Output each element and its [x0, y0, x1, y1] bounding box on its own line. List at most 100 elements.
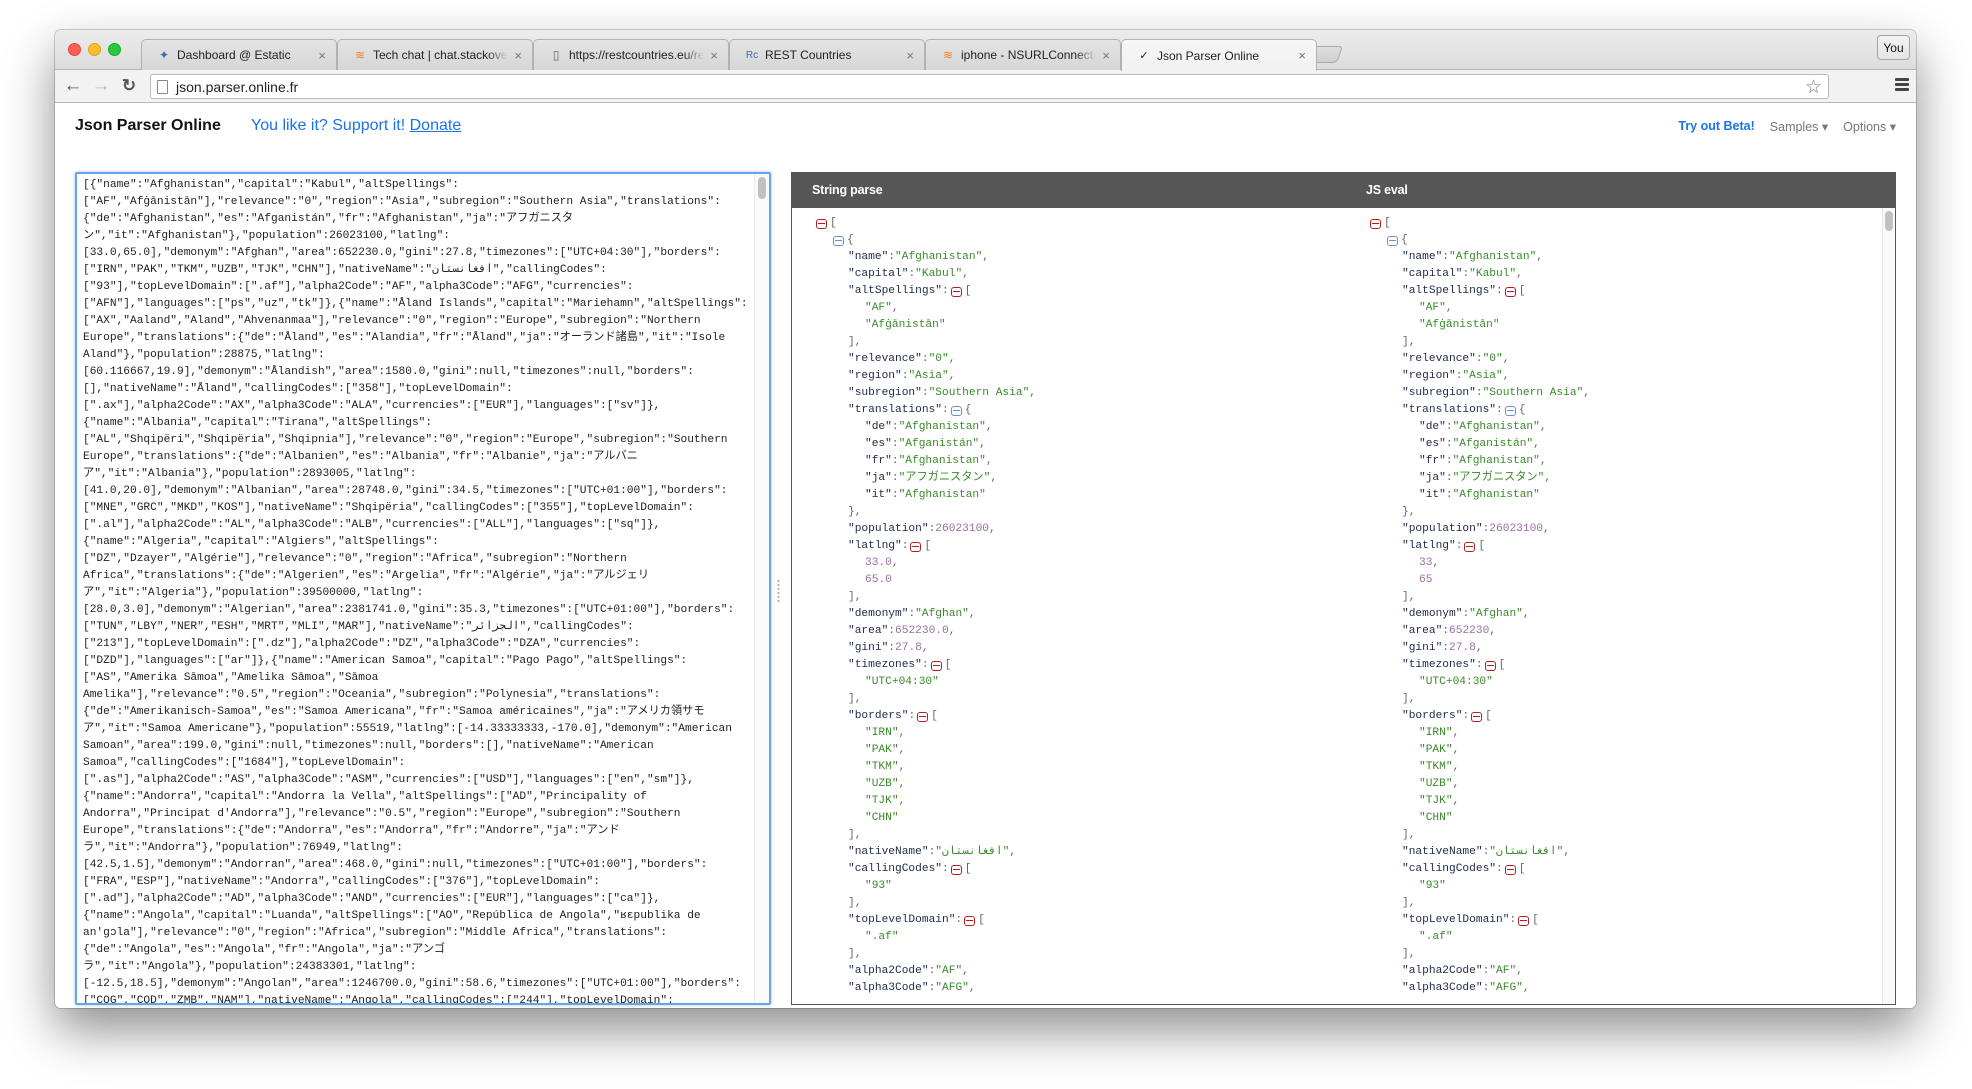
json-colon: : — [1475, 387, 1483, 399]
collapse-object-icon[interactable] — [1387, 235, 1398, 246]
collapse-object-icon[interactable] — [1504, 405, 1516, 416]
maximize-window-button[interactable] — [108, 43, 121, 56]
tab-rest-countries[interactable]: Rc REST Countries × — [729, 39, 925, 70]
options-menu[interactable]: Options ▾ — [1843, 119, 1896, 134]
tree-row: "alpha3Code": "AFG", — [814, 980, 1036, 997]
collapse-array-icon[interactable] — [910, 541, 922, 552]
tab-iphone-nsurlconnection[interactable]: ≋ iphone - NSURLConnection × — [925, 39, 1121, 70]
input-scrollbar[interactable] — [754, 174, 769, 1003]
bookmark-star-icon[interactable]: ☆ — [1805, 76, 1822, 99]
json-colon: : — [1475, 353, 1483, 365]
close-tab-icon[interactable]: × — [1102, 48, 1110, 63]
collapse-array-icon[interactable] — [950, 864, 962, 875]
json-comma: , — [1502, 353, 1510, 365]
collapse-array-icon[interactable] — [816, 218, 827, 229]
collapse-array-icon[interactable] — [950, 286, 962, 297]
json-key: "name" — [1402, 251, 1443, 263]
collapse-array-icon[interactable] — [1504, 864, 1516, 875]
input-line: [-12.5,18.5],"demonym":"Angolan","area":… — [83, 978, 741, 990]
json-key: "ja" — [865, 472, 892, 484]
json-key: "es" — [1419, 438, 1446, 450]
tree-row: ], — [1368, 827, 1590, 844]
json-colon: : — [1462, 710, 1470, 722]
collapse-object-icon[interactable] — [833, 235, 844, 246]
json-input-textarea[interactable]: [{"name":"Afghanistan","capital":"Kabul"… — [75, 172, 771, 1005]
json-comma: , — [1452, 795, 1460, 807]
json-bracket: [ — [964, 285, 972, 297]
json-key: "it" — [865, 489, 892, 501]
json-bracket: [ — [830, 217, 837, 229]
json-bracket: { — [1518, 404, 1526, 416]
json-key: "altSpellings" — [848, 285, 942, 297]
json-colon: : — [1496, 404, 1503, 416]
json-key: "area" — [1402, 625, 1443, 637]
close-window-button[interactable] — [68, 43, 81, 56]
json-key: "es" — [865, 438, 892, 450]
collapse-array-icon[interactable] — [1464, 541, 1476, 552]
json-colon: : — [942, 404, 949, 416]
tree-row: "PAK", — [814, 742, 1036, 759]
samples-menu[interactable]: Samples ▾ — [1770, 119, 1828, 134]
tree-row: ".af" — [1368, 929, 1590, 946]
collapse-array-icon[interactable] — [1518, 915, 1530, 926]
page-icon: ▯ — [552, 48, 560, 62]
json-input-text[interactable]: [{"name":"Afghanistan","capital":"Kabul"… — [83, 177, 748, 1003]
app-title: Json Parser Online — [75, 117, 221, 134]
url-text[interactable]: json.parser.online.fr — [176, 79, 298, 95]
minimize-window-button[interactable] — [88, 43, 101, 56]
hamburger-menu-icon[interactable] — [1895, 78, 1909, 93]
input-line: ["TUN","LBY","NER","ESH","MRT","MLI","MA… — [83, 621, 634, 633]
close-tab-icon[interactable]: × — [906, 48, 914, 63]
close-tab-icon[interactable]: × — [710, 48, 718, 63]
forward-arrow-icon[interactable]: → — [90, 75, 112, 97]
input-line: ["DZ","Dzayer","Algérie"],"relevance":"0… — [83, 553, 627, 565]
collapse-array-icon[interactable] — [1471, 711, 1483, 722]
json-number-value: 65 — [1419, 574, 1433, 586]
close-tab-icon[interactable]: × — [318, 48, 326, 63]
collapse-array-icon[interactable] — [1504, 286, 1516, 297]
json-string-value: "Asia" — [1462, 370, 1503, 382]
reload-icon[interactable]: ↻ — [118, 75, 140, 97]
json-string-value: "Afghanistan" — [898, 455, 986, 467]
collapse-array-icon[interactable] — [964, 915, 976, 926]
collapse-array-icon[interactable] — [930, 660, 942, 671]
tab-title: iphone - NSURLConnection — [961, 48, 1097, 62]
json-comma: , — [1539, 455, 1547, 467]
output-scrollbar-thumb[interactable] — [1885, 211, 1893, 231]
profile-button[interactable]: You — [1877, 35, 1910, 60]
collapse-array-icon[interactable] — [917, 711, 929, 722]
tree-row: "area":652230, — [1368, 623, 1590, 640]
tree-row: "population":26023100, — [1368, 521, 1590, 538]
tree-row: "capital": "Kabul", — [1368, 266, 1590, 283]
json-key: "alpha2Code" — [1402, 965, 1483, 977]
address-bar[interactable]: json.parser.online.fr ☆ — [150, 74, 1829, 99]
back-arrow-icon[interactable]: ← — [62, 75, 84, 97]
try-beta-link[interactable]: Try out Beta! — [1678, 119, 1754, 134]
tab-json-parser-online[interactable]: ✓ Json Parser Online × — [1121, 39, 1317, 71]
close-tab-icon[interactable]: × — [514, 48, 522, 63]
json-string-value: "Afghanistan" — [1452, 455, 1540, 467]
json-key: "it" — [1419, 489, 1446, 501]
tree-row: "alpha2Code": "AF", — [1368, 963, 1590, 980]
json-colon: : — [928, 965, 936, 977]
output-scrollbar[interactable] — [1882, 208, 1895, 1004]
tree-row: "area":652230.0, — [814, 623, 1036, 640]
json-comma: , — [1583, 387, 1591, 399]
collapse-array-icon[interactable] — [1370, 218, 1381, 229]
json-colon: : — [1442, 251, 1450, 263]
input-scrollbar-thumb[interactable] — [758, 177, 766, 199]
json-comma: , — [1452, 727, 1460, 739]
collapse-object-icon[interactable] — [950, 405, 962, 416]
tab-dashboard-estatic[interactable]: ✦ Dashboard @ Estatic × — [141, 39, 337, 70]
json-key: "altSpellings" — [1402, 285, 1496, 297]
donate-link[interactable]: Donate — [410, 117, 462, 134]
json-string-value: "AF" — [865, 302, 892, 314]
json-string-value: "Southern Asia" — [1482, 387, 1584, 399]
input-line: [28.0,3.0],"demonym":"Algerian","area":2… — [83, 604, 735, 616]
resize-handle[interactable] — [777, 579, 780, 603]
tab-tech-chat[interactable]: ≋ Tech chat | chat.stackoverflow.com × — [337, 39, 533, 70]
json-key: "borders" — [848, 710, 909, 722]
tab-restcountries-url[interactable]: ▯ https://restcountries.eu/rest/v1 × — [533, 39, 729, 70]
collapse-array-icon[interactable] — [1484, 660, 1496, 671]
close-tab-icon[interactable]: × — [1298, 48, 1306, 63]
